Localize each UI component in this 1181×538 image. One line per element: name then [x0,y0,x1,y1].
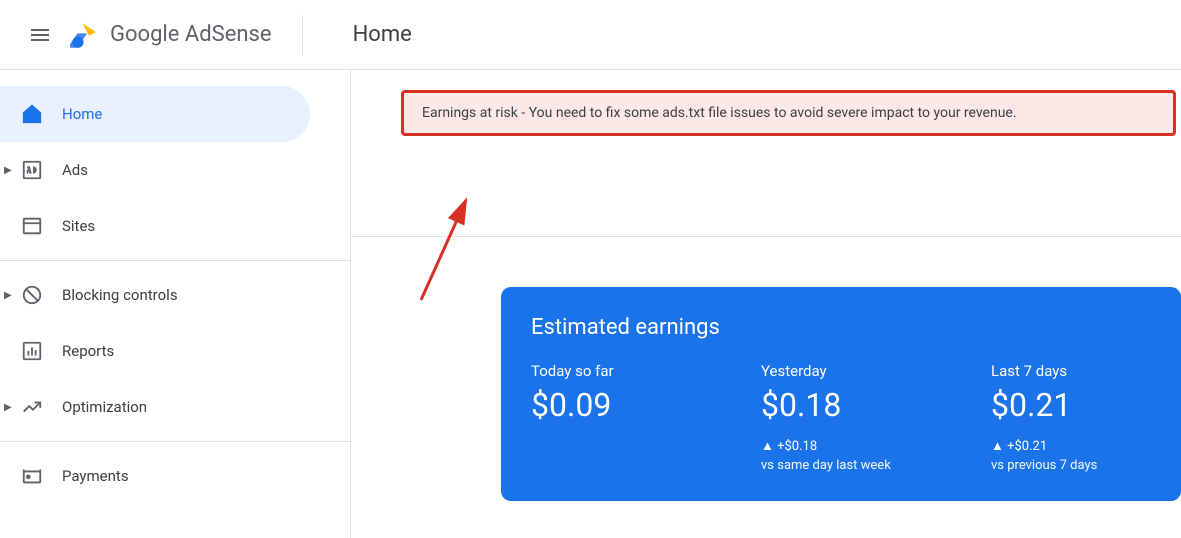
reports-icon [20,339,44,363]
block-icon [20,283,44,307]
earnings-today: Today so far $0.09 [531,362,691,473]
earnings-compare: vs previous 7 days [991,458,1151,473]
sites-icon [20,214,44,238]
sidebar-item-label: Reports [62,342,114,360]
earnings-value: $0.21 [991,386,1151,424]
alert-banner[interactable]: Earnings at risk - You need to fix some … [401,90,1176,136]
caret-right-icon: ▶ [4,165,12,176]
earnings-value: $0.09 [531,386,691,424]
product-logo[interactable]: Google AdSense [70,19,272,51]
earnings-delta: ▲ +$0.18 [761,438,921,454]
annotation-arrow-icon [411,190,491,310]
sidebar-item-label: Payments [62,467,129,485]
earnings-label: Last 7 days [991,362,1151,380]
alert-text: Earnings at risk - You need to fix some … [422,105,1017,121]
earnings-yesterday: Yesterday $0.18 ▲ +$0.18 vs same day las… [761,362,921,473]
adsense-logo-icon [70,19,102,51]
main-content: Earnings at risk - You need to fix some … [351,70,1181,538]
earnings-title: Estimated earnings [531,315,1151,340]
sidebar-item-ads[interactable]: ▶ Ads [0,142,350,198]
hamburger-icon [28,23,52,47]
sidebar-item-home[interactable]: Home [0,86,310,142]
sidebar-item-label: Home [62,105,102,123]
brand-text: Google AdSense [110,22,272,47]
sidebar-item-label: Ads [62,161,88,179]
sidebar-item-blocking[interactable]: ▶ Blocking controls [0,267,350,323]
header-divider [302,15,303,55]
optimization-icon [20,395,44,419]
ads-icon [20,158,44,182]
sidebar-item-label: Optimization [62,398,147,416]
sidebar-item-payments[interactable]: Payments [0,448,350,504]
earnings-value: $0.18 [761,386,921,424]
sidebar-nav: Home ▶ Ads Sites ▶ Bl [0,70,351,538]
sidebar-item-label: Sites [62,217,95,235]
menu-toggle-button[interactable] [20,15,60,55]
earnings-week: Last 7 days $0.21 ▲ +$0.21 vs previous 7… [991,362,1151,473]
sidebar-item-optimization[interactable]: ▶ Optimization [0,379,350,435]
home-icon [20,102,44,126]
earnings-delta: ▲ +$0.21 [991,438,1151,454]
content-divider [351,236,1181,237]
app-header: Google AdSense Home [0,0,1181,70]
caret-right-icon: ▶ [4,290,12,301]
sidebar-item-reports[interactable]: Reports [0,323,350,379]
earnings-label: Yesterday [761,362,921,380]
sidebar-item-sites[interactable]: Sites [0,198,350,254]
earnings-card: Estimated earnings Today so far $0.09 Ye… [501,287,1181,501]
caret-right-icon: ▶ [4,402,12,413]
earnings-compare: vs same day last week [761,458,921,473]
payments-icon [20,464,44,488]
page-title: Home [353,22,412,47]
earnings-label: Today so far [531,362,691,380]
sidebar-item-label: Blocking controls [62,286,178,304]
